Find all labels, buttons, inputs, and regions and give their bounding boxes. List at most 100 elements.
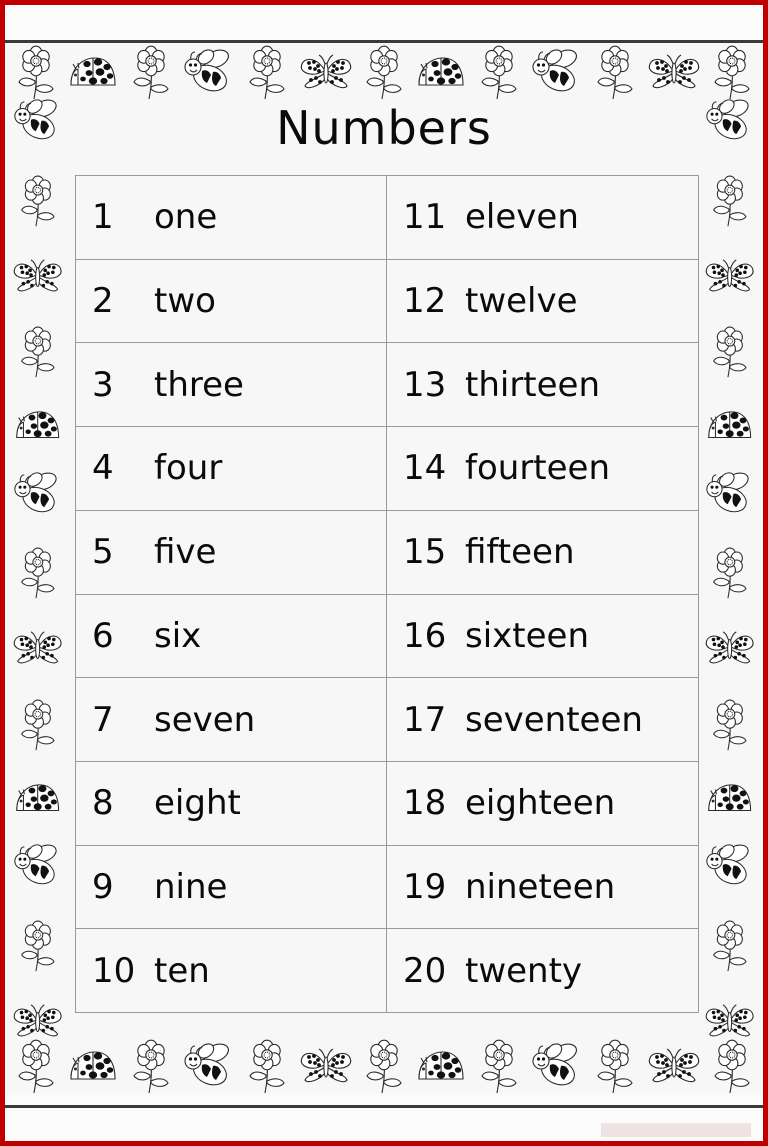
flower-icon [708,545,752,600]
butterfly-icon [704,1003,755,1039]
number-word: three [154,364,244,405]
number-numeral: 14 [403,448,447,489]
table-row: 13 thirteen [387,343,698,428]
table-row: 10 ten [76,929,386,1012]
number-word: five [154,532,217,573]
table-row: 4 four [76,427,386,511]
flower-icon [13,43,59,101]
ladybug-icon [67,55,119,89]
bee-icon [12,471,63,516]
top-margin-band [5,5,763,40]
butterfly-icon [12,630,63,666]
butterfly-icon [647,53,701,91]
number-word: four [154,448,223,489]
ladybug-icon [13,409,62,441]
number-numeral: 16 [403,615,447,656]
number-word: fourteen [465,448,611,489]
bee-icon [530,1043,584,1089]
flower-icon [708,324,752,379]
page-title: Numbers [276,101,492,155]
table-row: 3 three [76,343,386,428]
ladybug-icon [415,55,467,89]
number-word: eighteen [465,783,616,824]
flower-icon [708,918,752,973]
number-numeral: 2 [92,281,114,322]
flower-icon [16,918,60,973]
number-numeral: 8 [92,783,114,824]
flower-icon [128,1037,174,1095]
table-row: 16 sixteen [387,595,698,679]
table-row: 14 fourteen [387,427,698,511]
bee-icon [182,1043,236,1089]
table-row: 18 eighteen [387,762,698,846]
worksheet-sheet: Numbers 1 one 2 two 3 three 4 four 5 five 6 six 7 sev… [5,43,763,1095]
number-word: twenty [465,950,583,991]
butterfly-icon [704,258,755,294]
bottom-decorative-border [13,1037,755,1095]
ladybug-icon [705,409,754,441]
top-decorative-border [13,43,755,101]
bee-icon [704,844,755,888]
number-numeral: 4 [92,448,114,489]
table-row: 7 seven [76,678,386,762]
flower-icon [16,173,60,228]
ladybug-icon [415,1049,467,1083]
left-decorative-border [7,99,69,1039]
number-word: thirteen [465,364,601,405]
flower-icon [709,1037,755,1095]
flower-icon [361,43,407,101]
number-word: six [154,615,202,656]
flower-icon [592,1037,638,1095]
number-word: seven [154,699,256,740]
number-numeral: 1 [92,197,114,238]
number-numeral: 18 [403,783,447,824]
butterfly-icon [704,630,755,666]
flower-icon [16,545,60,600]
number-word: fifteen [465,532,575,573]
table-row: 12 twelve [387,260,698,344]
bee-icon [530,49,584,95]
number-word: sixteen [465,615,589,656]
butterfly-icon [647,1047,701,1085]
flower-icon [13,1037,59,1095]
bee-icon [182,49,236,95]
table-row: 9 nine [76,846,386,930]
bee-icon [704,471,755,516]
number-numeral: 10 [92,950,136,991]
number-numeral: 12 [403,281,447,322]
number-word: ten [154,950,210,991]
number-numeral: 3 [92,364,114,405]
flower-icon [16,697,60,752]
flower-icon [709,43,755,101]
numbers-column-left: 1 one 2 two 3 three 4 four 5 five 6 six 7 seven 8 eight… [76,176,387,1012]
flower-icon [476,43,522,101]
number-word: eleven [465,197,579,238]
table-row: 19 nineteen [387,846,698,930]
number-word: nineteen [465,866,616,907]
flower-icon [708,697,752,752]
number-numeral: 6 [92,615,114,656]
worksheet-page: Numbers 1 one 2 two 3 three 4 four 5 five 6 six 7 sev… [0,0,768,1146]
butterfly-icon [299,1047,353,1085]
ladybug-icon [13,782,62,814]
right-decorative-border [699,99,761,1039]
number-word: eight [154,783,241,824]
flower-icon [16,324,60,379]
number-numeral: 17 [403,699,447,740]
number-word: one [154,197,218,238]
numbers-column-right: 11 eleven 12 twelve 13 thirteen 14 fourteen 15 fi… [387,176,698,1012]
number-numeral: 7 [92,699,114,740]
butterfly-icon [299,53,353,91]
flower-icon [708,173,752,228]
butterfly-icon [12,1003,63,1039]
bee-icon [12,844,63,888]
number-numeral: 20 [403,950,447,991]
table-row: 20 twenty [387,929,698,1012]
table-row: 1 one [76,176,386,260]
number-numeral: 13 [403,364,447,405]
table-row: 2 two [76,260,386,344]
number-word: two [154,281,216,322]
ladybug-icon [67,1049,119,1083]
number-word: twelve [465,281,578,322]
flower-icon [592,43,638,101]
